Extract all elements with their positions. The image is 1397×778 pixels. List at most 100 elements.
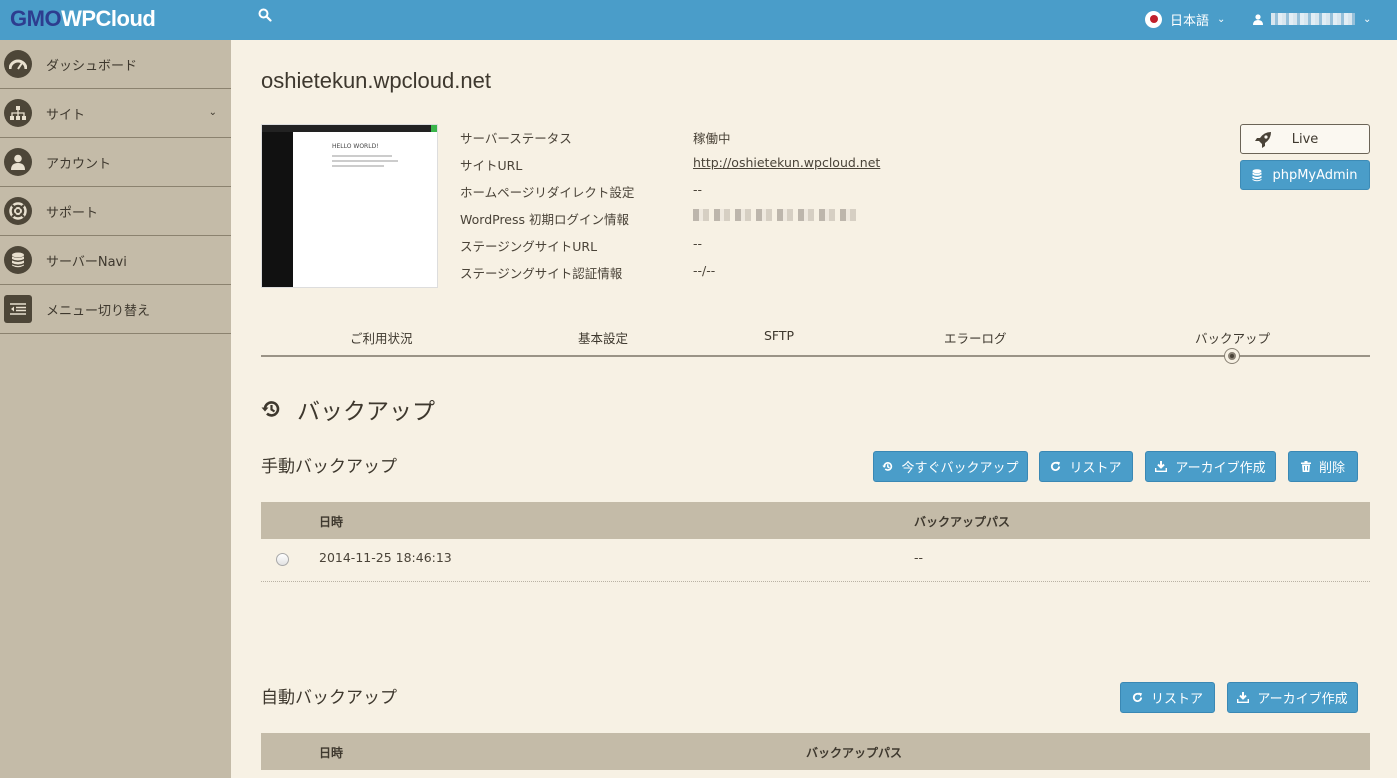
info-value: 稼働中	[693, 131, 731, 146]
site-thumbnail[interactable]: HELLO WORLD!	[261, 124, 438, 288]
search-icon[interactable]	[258, 8, 272, 22]
refresh-icon	[1050, 461, 1061, 472]
info-label: WordPress 初期ログイン情報	[460, 212, 630, 227]
info-value	[693, 209, 858, 224]
chevron-down-icon: ⌄	[1363, 13, 1372, 25]
info-row-staging-auth: ステージングサイト認証情報 --/--	[460, 263, 960, 283]
download-icon	[1155, 461, 1168, 472]
sidebar-item-label: アカウント	[46, 156, 112, 172]
lifebuoy-icon	[4, 197, 32, 225]
rocket-icon	[1255, 132, 1271, 148]
tab-track	[261, 355, 1370, 357]
tab-usage[interactable]: ご利用状況	[350, 328, 413, 347]
backup-now-label: 今すぐバックアップ	[901, 461, 1019, 476]
sitemap-icon	[4, 99, 32, 127]
sidebar-item-label: ダッシュボード	[46, 58, 138, 74]
thumbnail-text-line	[332, 160, 398, 162]
column-header-datetime: 日時	[319, 515, 344, 529]
history-icon	[882, 461, 893, 472]
thumbnail-admin-bar	[262, 125, 437, 132]
database-icon	[4, 246, 32, 274]
sidebar-item-dashboard[interactable]: ダッシュボード	[0, 40, 231, 89]
logo[interactable]: GMOWPCloud	[10, 6, 156, 32]
download-icon	[1237, 692, 1250, 703]
page-title: oshietekun.wpcloud.net	[261, 68, 491, 93]
chevron-down-icon: ⌄	[1217, 13, 1226, 25]
sidebar-item-account[interactable]: アカウント	[0, 138, 231, 187]
user-icon	[1253, 13, 1263, 25]
redacted-credentials	[693, 209, 858, 221]
live-button[interactable]: Live	[1240, 124, 1370, 154]
delete-button[interactable]: 削除	[1288, 451, 1358, 482]
thumbnail-heading: HELLO WORLD!	[332, 143, 379, 150]
auto-archive-button[interactable]: アーカイブ作成	[1227, 682, 1358, 713]
archive-button[interactable]: アーカイブ作成	[1145, 451, 1276, 482]
language-selector[interactable]: 日本語 ⌄	[1145, 9, 1225, 29]
sidebar-item-label: サイト	[46, 107, 86, 123]
user-menu[interactable]: ⌄	[1253, 9, 1371, 29]
archive-label: アーカイブ作成	[1175, 461, 1266, 476]
main-content: oshietekun.wpcloud.net HELLO WORLD! サーバー…	[231, 40, 1397, 778]
restore-button[interactable]: リストア	[1039, 451, 1133, 482]
sidebar: ダッシュボード サイト ⌄ アカウント サポート サーバーNavi メニュー切り…	[0, 40, 231, 778]
top-bar: GMOWPCloud 日本語 ⌄ ⌄	[0, 0, 1397, 40]
phpmyadmin-button-label: phpMyAdmin	[1272, 167, 1358, 183]
sidebar-item-menu-toggle[interactable]: メニュー切り替え	[0, 285, 231, 334]
row-select-radio[interactable]	[276, 553, 289, 566]
info-label: サイトURL	[460, 158, 523, 173]
section-title-label: バックアップ	[297, 399, 435, 425]
logo-accent: WPCloud	[61, 6, 156, 31]
delete-label: 削除	[1318, 461, 1345, 476]
row-datetime: 2014-11-25 18:46:13	[319, 550, 452, 565]
tab-sftp[interactable]: SFTP	[764, 328, 794, 343]
restore-label: リストア	[1069, 461, 1122, 476]
database-icon	[1252, 168, 1262, 181]
tab-backup[interactable]: バックアップ	[1195, 328, 1270, 347]
language-label: 日本語	[1170, 13, 1210, 29]
info-row-wp-login: WordPress 初期ログイン情報	[460, 209, 960, 229]
chevron-down-icon: ⌄	[208, 107, 217, 118]
site-url-link[interactable]: http://oshietekun.wpcloud.net	[693, 155, 880, 170]
section-title: バックアップ	[261, 392, 435, 426]
auto-backup-table-header: 日時 バックアップパス	[261, 733, 1370, 770]
info-label: サーバーステータス	[460, 131, 572, 146]
info-value: --/--	[693, 263, 716, 278]
sidebar-item-site[interactable]: サイト ⌄	[0, 89, 231, 138]
thumbnail-text-line	[332, 165, 384, 167]
trash-icon	[1300, 461, 1311, 472]
sidebar-item-label: サポート	[46, 205, 99, 221]
manual-backup-table-header: 日時 バックアップパス	[261, 502, 1370, 539]
column-header-path: バックアップパス	[914, 515, 1011, 529]
phpmyadmin-button[interactable]: phpMyAdmin	[1240, 160, 1370, 190]
thumbnail-text-line	[332, 155, 392, 157]
thumbnail-sidebar	[262, 132, 293, 287]
auto-archive-label: アーカイブ作成	[1257, 692, 1348, 707]
live-button-label: Live	[1291, 131, 1319, 147]
thumbnail-status-marker	[431, 125, 437, 132]
user-name	[1271, 13, 1355, 25]
row-path: --	[914, 550, 924, 565]
backup-now-button[interactable]: 今すぐバックアップ	[873, 451, 1028, 482]
info-row-staging-url: ステージングサイトURL --	[460, 236, 960, 256]
tab-error-log[interactable]: エラーログ	[944, 328, 1007, 347]
info-value: --	[693, 182, 703, 197]
table-row[interactable]: 2014-11-25 18:46:13 --	[261, 539, 1370, 582]
sidebar-item-support[interactable]: サポート	[0, 187, 231, 236]
column-header-datetime: 日時	[319, 746, 344, 760]
dashboard-icon	[4, 50, 32, 78]
info-row-server-status: サーバーステータス 稼働中	[460, 128, 960, 148]
auto-backup-title: 自動バックアップ	[261, 688, 397, 708]
logo-main: GMO	[10, 6, 62, 31]
history-icon	[261, 401, 280, 417]
info-row-redirect: ホームページリダイレクト設定 --	[460, 182, 960, 202]
tab-basic-settings[interactable]: 基本設定	[578, 328, 628, 347]
user-icon	[4, 148, 32, 176]
sidebar-item-server-navi[interactable]: サーバーNavi	[0, 236, 231, 285]
auto-restore-label: リストア	[1150, 692, 1203, 707]
info-label: ステージングサイトURL	[460, 239, 598, 254]
refresh-icon	[1132, 692, 1143, 703]
auto-restore-button[interactable]: リストア	[1120, 682, 1215, 713]
menu-toggle-icon	[4, 295, 32, 323]
active-tab-indicator	[1225, 349, 1239, 363]
japan-flag-icon	[1145, 10, 1162, 28]
